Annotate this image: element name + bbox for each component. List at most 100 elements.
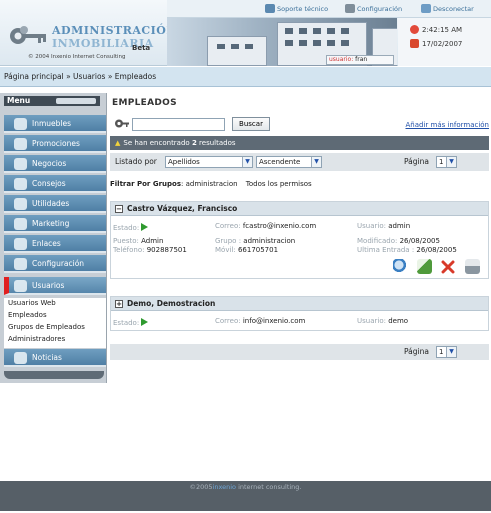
- telefono-label: Teléfono:: [113, 246, 145, 254]
- filter-group-link[interactable]: : administracion: [181, 180, 238, 188]
- sidebar-item-negocios[interactable]: Negocios: [4, 155, 106, 173]
- sidebar-item-label: Enlaces: [32, 239, 61, 248]
- submenu-empleados[interactable]: Empleados: [8, 311, 47, 319]
- chevron-down-icon: ▼: [242, 157, 252, 167]
- employee-card: + Demo, Demostracion Estado: Correo: inf…: [110, 296, 489, 331]
- order-field-select[interactable]: Apellidos ▼: [165, 156, 253, 168]
- sidebar-item-label: Usuarios: [32, 281, 65, 290]
- marketing-icon: [14, 218, 27, 230]
- submenu-administradores[interactable]: Administradores: [8, 335, 65, 343]
- config-link-label: Configuración: [357, 5, 403, 13]
- order-direction-select[interactable]: Ascendente ▼: [256, 156, 322, 168]
- sidebar-item-label: Negocios: [32, 159, 67, 168]
- filter-label: Filtrar Por Grupos: [110, 180, 181, 188]
- employee-card-header[interactable]: − Castro Vázquez, Francisco: [111, 202, 488, 216]
- sidebar-footer-decoration: [4, 371, 104, 379]
- sidebar-item-label: Utilidades: [32, 199, 70, 208]
- disconnect-icon: [421, 4, 431, 13]
- estado-field: Estado:: [113, 223, 149, 232]
- menu-title: Menu: [7, 96, 31, 105]
- app-logo[interactable]: ADMINISTRACIÓN INMOBILIARIA Beta © 2004 …: [4, 4, 176, 62]
- breadcrumb[interactable]: Página principal » Usuarios » Empleados: [0, 67, 491, 87]
- search-icon[interactable]: [393, 259, 408, 274]
- employee-card-header[interactable]: + Demo, Demostracion: [111, 297, 488, 311]
- correo-value[interactable]: info@inxenio.com: [243, 317, 305, 325]
- sidebar-item-configuracion[interactable]: Configuración: [4, 255, 106, 273]
- menu-tab-decoration: [56, 98, 96, 104]
- page-value: 1: [439, 158, 444, 166]
- chevron-down-icon: ▼: [446, 347, 456, 357]
- disconnect-link[interactable]: Desconectar: [421, 4, 474, 13]
- keys-logo-icon: [10, 26, 46, 44]
- sidebar-item-promociones[interactable]: Promociones: [4, 135, 106, 153]
- sidebar-item-noticias[interactable]: Noticias: [4, 349, 106, 367]
- logo-beta-tag: Beta: [132, 44, 151, 52]
- sidebar-item-label: Marketing: [32, 219, 70, 228]
- page-label: Página: [404, 157, 429, 166]
- order-field-value: Apellidos: [168, 158, 200, 166]
- modificado-value: 26/08/2005: [399, 237, 440, 245]
- grupo-field: Grupo : administracion: [215, 237, 295, 245]
- modificado-label: Modificado:: [357, 237, 398, 245]
- sidebar-item-enlaces[interactable]: Enlaces: [4, 235, 106, 253]
- usuario-field: Usuario: admin: [357, 222, 410, 230]
- filter-all-permissions-link[interactable]: Todos los permisos: [246, 180, 312, 188]
- movil-label: Móvil:: [215, 246, 236, 254]
- news-icon: [14, 352, 27, 364]
- search-button[interactable]: Buscar: [232, 117, 270, 131]
- sidebar-item-label: Consejos: [32, 179, 66, 188]
- bottom-page-select[interactable]: 1 ▼: [436, 346, 457, 358]
- clock-panel: 2:42:15 AM 17/02/2007: [398, 18, 491, 66]
- bottom-pager: Página 1 ▼: [110, 344, 489, 360]
- config-link[interactable]: Configuración: [345, 4, 402, 13]
- sidebar-item-inmuebles[interactable]: Inmuebles: [4, 115, 106, 133]
- sidebar-item-consejos[interactable]: Consejos: [4, 175, 106, 193]
- usuario-label: Usuario:: [357, 222, 386, 230]
- edit-icon[interactable]: [417, 259, 432, 274]
- puesto-field: Puesto: Admin: [113, 237, 163, 245]
- correo-value[interactable]: fcastro@inxenio.com: [243, 222, 316, 230]
- status-active-icon[interactable]: [141, 223, 149, 231]
- footer-suffix: internet consulting.: [236, 483, 302, 491]
- print-icon[interactable]: [465, 259, 480, 274]
- support-icon: [265, 4, 275, 13]
- delete-icon[interactable]: [441, 259, 456, 274]
- submenu-usuarios-web[interactable]: Usuarios Web: [8, 299, 56, 307]
- results-status-bar: ▲ Se han encontrado 2 resultados: [110, 136, 489, 150]
- menu-header: Menu: [4, 96, 100, 106]
- support-link[interactable]: Soporte técnico: [265, 4, 328, 13]
- sidebar-item-utilidades[interactable]: Utilidades: [4, 195, 106, 213]
- estado-label: Estado:: [113, 319, 140, 327]
- list-controls: Listado por Apellidos ▼ Ascendente ▼ Pág…: [110, 153, 489, 171]
- page-select[interactable]: 1 ▼: [436, 156, 457, 168]
- sidebar-item-usuarios[interactable]: Usuarios: [4, 277, 106, 295]
- footer-brand-link[interactable]: inxenio: [213, 483, 236, 491]
- sidebar-item-marketing[interactable]: Marketing: [4, 215, 106, 233]
- correo-field: Correo: fcastro@inxenio.com: [215, 222, 316, 230]
- puesto-value: Admin: [141, 237, 164, 245]
- page-title: EMPLEADOS: [112, 98, 177, 108]
- config-icon: [345, 4, 355, 13]
- current-user-box: usuario: fran: [326, 55, 394, 65]
- add-more-info-link[interactable]: Añadir más información: [406, 121, 490, 129]
- header: ADMINISTRACIÓN INMOBILIARIA Beta © 2004 …: [0, 0, 491, 66]
- status-active-icon[interactable]: [141, 318, 149, 326]
- grupo-label: Grupo :: [215, 237, 242, 245]
- usuario-label: usuario:: [329, 56, 354, 63]
- usuario-value: admin: [388, 222, 411, 230]
- submenu-grupos-empleados[interactable]: Grupos de Empleados: [8, 323, 85, 331]
- chevron-down-icon: ▼: [446, 157, 456, 167]
- movil-field: Móvil: 661705701: [215, 246, 278, 254]
- sidebar: Menu Inmuebles Promociones Negocios Cons…: [0, 93, 107, 383]
- collapse-toggle-icon[interactable]: −: [115, 205, 123, 213]
- correo-label: Correo:: [215, 222, 241, 230]
- top-links-bar: Soporte técnico Configuración Desconecta…: [167, 0, 491, 18]
- ultima-entrada-field: Ultima Entrada : 26/08/2005: [357, 246, 457, 254]
- usuarios-submenu: Usuarios Web Empleados Grupos de Emplead…: [4, 298, 106, 348]
- expand-toggle-icon[interactable]: +: [115, 300, 123, 308]
- employee-name: Demo, Demostracion: [127, 299, 216, 308]
- estado-label: Estado:: [113, 224, 140, 232]
- warning-icon: ▲: [115, 139, 121, 147]
- search-input[interactable]: [132, 118, 225, 131]
- telefono-field: Teléfono: 902887501: [113, 246, 187, 254]
